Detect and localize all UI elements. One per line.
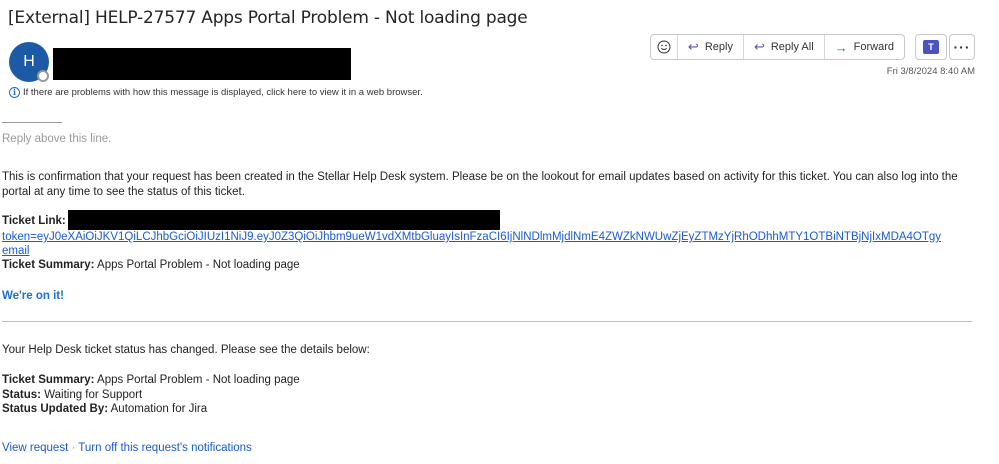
ticket-link-token[interactable]: token=eyJ0eXAiOiJKV1QiLCJhbGciOiJIUzI1Ni… (2, 231, 941, 243)
forward-icon: → (834, 39, 848, 55)
forward-button[interactable]: → Forward (825, 35, 904, 59)
teams-icon: T (923, 40, 939, 54)
reaction-button[interactable] (651, 35, 678, 59)
view-request-link[interactable]: View request (2, 442, 68, 454)
ticket-summary-label: Ticket Summary: (2, 259, 95, 271)
presence-status-icon (37, 70, 49, 82)
ticket-link-label: Ticket Link: (2, 215, 66, 227)
reply-above-line: Reply above this line. (2, 133, 112, 145)
reply-icon: ↩ (687, 39, 699, 54)
reply-all-icon: ↩ (753, 39, 765, 54)
received-date: Fri 3/8/2024 8:40 AM (886, 66, 975, 77)
updated-by-label: Status Updated By: (2, 403, 109, 415)
ticket-summary-value: Apps Portal Problem - Not loading page (97, 259, 300, 271)
reply-divider (2, 122, 62, 123)
ticket-summary-row-2: Ticket Summary: Apps Portal Problem - No… (2, 374, 300, 386)
reply-label: Reply (704, 41, 733, 53)
redacted-ticket-url (68, 210, 500, 230)
ticket-summary-value-2: Apps Portal Problem - Not loading page (97, 374, 300, 386)
status-row: Status: Waiting for Support (2, 389, 142, 401)
footer-separator: · (68, 442, 79, 454)
ellipsis-icon: ··· (953, 39, 971, 55)
turn-off-notifications-link[interactable]: Turn off this request's notifications (78, 442, 252, 454)
ticket-link-email[interactable]: email (2, 245, 29, 257)
info-icon: i (9, 87, 20, 98)
status-label: Status: (2, 389, 41, 401)
status-value: Waiting for Support (44, 389, 143, 401)
forward-label: Forward (853, 41, 894, 53)
display-problem-notice[interactable]: i If there are problems with how this me… (9, 87, 423, 98)
ticket-summary-row: Ticket Summary: Apps Portal Problem - No… (2, 259, 300, 271)
smiley-icon (657, 40, 671, 54)
on-it-heading: We're on it! (2, 290, 64, 302)
ticket-summary-label-2: Ticket Summary: (2, 374, 95, 386)
updated-by-value: Automation for Jira (110, 403, 208, 415)
reply-all-button[interactable]: ↩ Reply All (744, 35, 825, 59)
status-changed-text: Your Help Desk ticket status has changed… (2, 344, 370, 356)
reply-button[interactable]: ↩ Reply (678, 35, 744, 59)
section-divider (2, 321, 972, 322)
message-actions-toolbar: ↩ Reply ↩ Reply All → Forward (649, 34, 905, 60)
ticket-link[interactable]: token=eyJ0eXAiOiJKV1QiLCJhbGciOiJIUzI1Ni… (2, 230, 982, 258)
redacted-sender (53, 48, 351, 80)
confirmation-paragraph: This is confirmation that your request h… (2, 171, 958, 198)
teams-share-button[interactable]: T (915, 34, 947, 60)
updated-by-row: Status Updated By: Automation for Jira (2, 403, 207, 415)
email-subject: [External] HELP-27577 Apps Portal Proble… (8, 8, 528, 28)
avatar-initial: H (23, 53, 35, 70)
display-problem-text[interactable]: If there are problems with how this mess… (23, 87, 423, 98)
footer-links: View request · Turn off this request's n… (2, 442, 252, 454)
more-actions-button[interactable]: ··· (949, 34, 975, 60)
reply-all-label: Reply All (770, 41, 814, 53)
